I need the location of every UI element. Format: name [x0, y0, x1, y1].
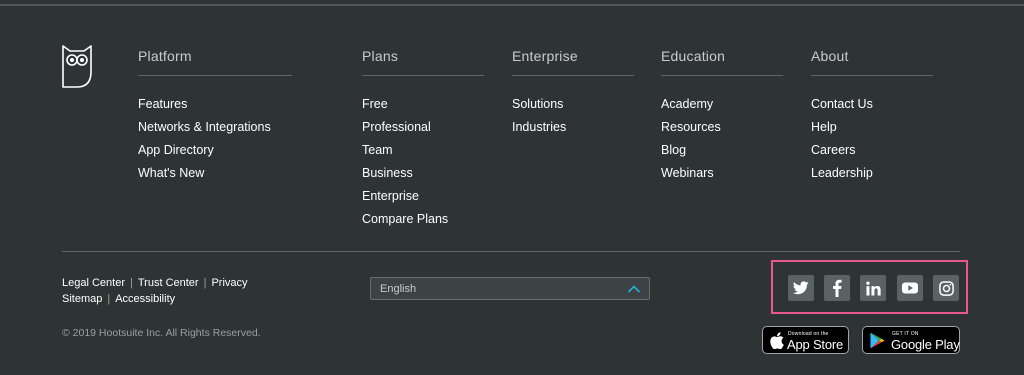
- youtube-icon[interactable]: [897, 275, 923, 301]
- footer-link[interactable]: Business: [362, 162, 484, 185]
- footer-column-plans: Plans Free Professional Team Business En…: [362, 48, 484, 231]
- column-title: About: [811, 48, 933, 76]
- footer-link[interactable]: Team: [362, 139, 484, 162]
- footer-link[interactable]: Resources: [661, 116, 783, 139]
- sitemap-link[interactable]: Sitemap: [62, 293, 102, 305]
- twitter-icon[interactable]: [788, 275, 814, 301]
- link-separator: |: [203, 277, 207, 289]
- link-separator: |: [130, 277, 133, 289]
- footer-link[interactable]: Professional: [362, 116, 484, 139]
- footer-link[interactable]: Help: [811, 116, 933, 139]
- linkedin-icon[interactable]: [860, 275, 886, 301]
- language-selected-value: English: [380, 283, 417, 295]
- footer-link[interactable]: Networks & Integrations: [138, 116, 292, 139]
- language-select[interactable]: English: [370, 277, 650, 300]
- footer-link[interactable]: Enterprise: [362, 185, 484, 208]
- apple-icon: [770, 332, 784, 349]
- footer-link[interactable]: Contact Us: [811, 93, 933, 116]
- legal-center-link[interactable]: Legal Center: [62, 277, 125, 289]
- footer-column-enterprise: Enterprise Solutions Industries: [512, 48, 634, 139]
- footer-link[interactable]: Free: [362, 93, 484, 116]
- column-title: Enterprise: [512, 48, 634, 76]
- footer-link[interactable]: App Directory: [138, 139, 292, 162]
- app-store-badge[interactable]: Download on the App Store: [762, 326, 849, 354]
- footer-link[interactable]: Features: [138, 93, 292, 116]
- privacy-link[interactable]: Privacy: [211, 277, 247, 289]
- hootsuite-owl-icon[interactable]: [62, 44, 92, 88]
- facebook-icon[interactable]: [824, 275, 850, 301]
- copyright-text: © 2019 Hootsuite Inc. All Rights Reserve…: [62, 327, 261, 339]
- accessibility-link[interactable]: Accessibility: [115, 293, 175, 305]
- google-play-badge[interactable]: GET IT ON Google Play: [862, 326, 960, 354]
- footer-link[interactable]: Compare Plans: [362, 208, 484, 231]
- column-title: Plans: [362, 48, 484, 76]
- column-title: Education: [661, 48, 783, 76]
- footer-link[interactable]: Blog: [661, 139, 783, 162]
- footer-column-platform: Platform Features Networks & Integration…: [138, 48, 292, 185]
- chevron-up-icon: [628, 285, 640, 293]
- footer-link[interactable]: Academy: [661, 93, 783, 116]
- footer-link[interactable]: Solutions: [512, 93, 634, 116]
- footer-column-education: Education Academy Resources Blog Webinar…: [661, 48, 783, 185]
- trust-center-link[interactable]: Trust Center: [138, 277, 199, 289]
- footer-link[interactable]: Leadership: [811, 162, 933, 185]
- app-store-label: App Store: [787, 337, 844, 352]
- footer-link[interactable]: Industries: [512, 116, 634, 139]
- column-title: Platform: [138, 48, 292, 76]
- footer-link[interactable]: Careers: [811, 139, 933, 162]
- top-divider: [0, 4, 1024, 6]
- footer-link[interactable]: What's New: [138, 162, 292, 185]
- link-separator: |: [107, 293, 111, 305]
- footer-column-about: About Contact Us Help Careers Leadership: [811, 48, 933, 185]
- footer-divider: [62, 251, 960, 252]
- legal-links: Legal Center | Trust Center | Privacy Sitema…: [62, 275, 248, 307]
- google-play-icon: [870, 332, 885, 349]
- google-play-label: Google Play: [891, 337, 960, 352]
- footer-link[interactable]: Webinars: [661, 162, 783, 185]
- instagram-icon[interactable]: [933, 275, 959, 301]
